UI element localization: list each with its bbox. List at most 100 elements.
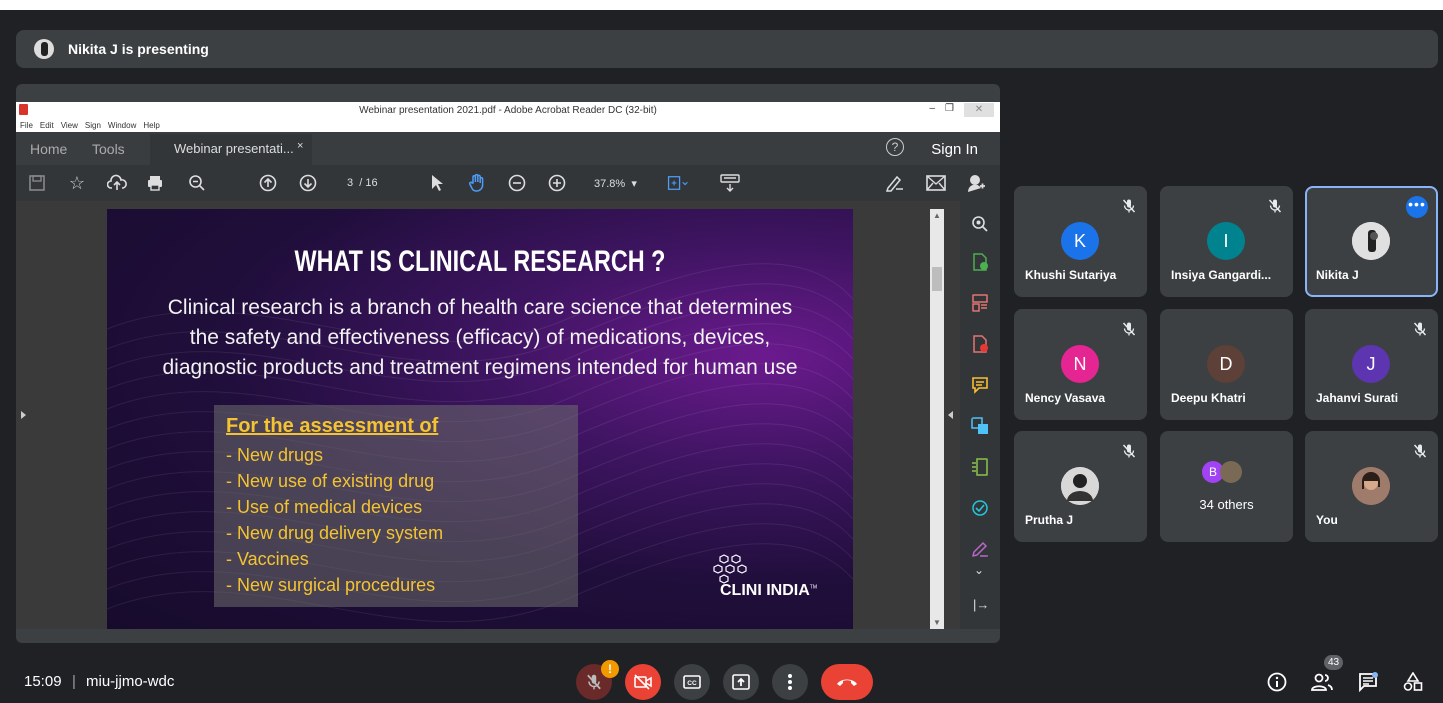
chat-button[interactable]	[1356, 670, 1380, 694]
meeting-code[interactable]: miu-jjmo-wdc	[86, 673, 174, 690]
menu-view[interactable]: View	[61, 121, 78, 130]
vertical-scrollbar[interactable]: ▲ ▼	[930, 209, 944, 629]
profile-photo-icon	[1352, 222, 1390, 260]
avatar: K	[1061, 222, 1099, 260]
slide-paragraph-line: diagnostic products and treatment regime…	[162, 356, 798, 379]
people-count-badge: 43	[1324, 655, 1343, 670]
more-options-button[interactable]	[772, 664, 808, 700]
logo-tm: TM	[809, 584, 818, 591]
hand-tool-icon[interactable]	[466, 172, 488, 194]
profile-photo-icon	[1061, 467, 1099, 505]
separator: |	[72, 673, 76, 690]
zoom-level[interactable]: 37.8% ▾	[594, 177, 637, 190]
acrobat-title-bar: Webinar presentation 2021.pdf - Adobe Ac…	[16, 102, 1000, 119]
expand-left-pane-icon[interactable]	[21, 411, 26, 419]
slide-paragraph: Clinical research is a branch of health …	[107, 293, 853, 383]
close-window-icon[interactable]: ✕	[964, 103, 994, 117]
scroll-up-icon[interactable]: ▲	[933, 211, 941, 220]
others-tile[interactable]: B 34 others	[1160, 431, 1293, 542]
bookmark-star-icon[interactable]: ☆	[66, 172, 88, 194]
print-icon[interactable]	[144, 172, 166, 194]
self-tile[interactable]: You	[1305, 431, 1438, 542]
page-current[interactable]: 3	[347, 177, 353, 189]
window-title: Webinar presentation 2021.pdf - Adobe Ac…	[359, 105, 657, 116]
zoom-in-icon[interactable]	[546, 172, 568, 194]
zoom-out-search-icon[interactable]	[186, 172, 208, 194]
zoom-out-icon[interactable]	[506, 172, 528, 194]
tile-more-options-icon[interactable]: •••	[1406, 196, 1428, 218]
participant-tile[interactable]: J Jahanvi Surati	[1305, 309, 1438, 420]
zoom-value: 37.8%	[594, 178, 626, 190]
presenting-text: Nikita J is presenting	[68, 41, 209, 57]
next-page-icon[interactable]	[297, 172, 319, 194]
participant-tile[interactable]: D Deepu Khatri	[1160, 309, 1293, 420]
select-pointer-icon[interactable]	[426, 172, 448, 194]
fit-page-icon[interactable]	[667, 172, 689, 194]
leave-call-button[interactable]	[821, 664, 873, 700]
document-viewport[interactable]: WHAT IS CLINICAL RESEARCH ? Clinical res…	[16, 201, 960, 629]
meet-control-bar: 15:09 | miu-jjmo-wdc ! CC	[0, 656, 1443, 703]
sign-in-button[interactable]: Sign In	[931, 141, 978, 158]
organize-pages-icon[interactable]	[971, 294, 989, 312]
participant-tile[interactable]: K Khushi Sutariya	[1014, 186, 1147, 297]
page-indicator[interactable]: 3 / 16	[347, 177, 378, 189]
comment-icon[interactable]	[971, 376, 989, 394]
help-icon[interactable]: ?	[886, 138, 904, 156]
previous-page-icon[interactable]	[257, 172, 279, 194]
page-total: / 16	[359, 177, 378, 189]
tab-tools[interactable]: Tools	[92, 141, 125, 157]
clini-india-logo: CLINI INDIATM	[712, 554, 817, 599]
present-now-button[interactable]	[723, 664, 759, 700]
export-pdf-icon[interactable]	[971, 253, 989, 271]
activities-button[interactable]	[1401, 670, 1425, 694]
minimize-icon[interactable]: –	[929, 103, 935, 117]
tab-home[interactable]: Home	[30, 141, 67, 157]
menu-help[interactable]: Help	[143, 121, 159, 130]
combine-files-icon[interactable]	[971, 417, 989, 435]
captions-button[interactable]: CC	[674, 664, 710, 700]
upload-cloud-icon[interactable]	[106, 172, 128, 194]
participant-tile[interactable]: I Insiya Gangardi...	[1160, 186, 1293, 297]
activities-icon	[1403, 672, 1423, 691]
protect-icon[interactable]	[971, 499, 989, 517]
email-icon[interactable]	[925, 172, 947, 194]
share-user-icon[interactable]	[965, 172, 987, 194]
collapse-right-pane-icon[interactable]	[948, 411, 953, 419]
scroll-down-icon[interactable]: ▼	[933, 618, 941, 627]
collapse-pane-icon[interactable]: |→	[973, 597, 989, 612]
restore-icon[interactable]: ❐	[945, 103, 954, 117]
participant-tile[interactable]: Prutha J	[1014, 431, 1147, 542]
avatar	[1352, 222, 1390, 260]
slide-paragraph-line: the safety and effectiveness (efficacy) …	[189, 326, 771, 349]
participant-name: Nikita J	[1316, 268, 1359, 282]
svg-text:CC: CC	[687, 680, 697, 687]
edit-pdf-icon[interactable]	[971, 458, 989, 476]
meeting-info-button[interactable]	[1265, 670, 1289, 694]
search-zoom-icon[interactable]	[971, 215, 989, 233]
camera-toggle-button[interactable]	[625, 664, 661, 700]
menu-edit[interactable]: Edit	[40, 121, 54, 130]
acrobat-toolbar: ☆ 3 / 16 37.8% ▾	[16, 165, 1000, 201]
scrollbar-thumb[interactable]	[932, 267, 942, 291]
close-tab-icon[interactable]: ×	[297, 140, 303, 152]
keyboard-scroll-icon[interactable]	[719, 172, 741, 194]
participant-tile-pinned[interactable]: ••• Nikita J	[1305, 186, 1438, 297]
menu-sign[interactable]: Sign	[85, 121, 101, 130]
fill-sign-pen-icon[interactable]	[971, 539, 989, 557]
acrobat-right-tool-pane: ⌄ |→	[960, 201, 1000, 629]
chevron-down-icon[interactable]: ⌄	[974, 563, 984, 577]
save-icon[interactable]	[26, 172, 48, 194]
warning-badge[interactable]: !	[601, 660, 619, 678]
chat-icon	[1359, 672, 1378, 692]
menu-window[interactable]: Window	[108, 121, 136, 130]
info-icon	[1267, 672, 1287, 692]
people-button[interactable]	[1310, 670, 1334, 694]
tab-document[interactable]: Webinar presentati... ×	[150, 134, 312, 165]
fill-sign-icon[interactable]	[883, 172, 905, 194]
menu-file[interactable]: File	[20, 121, 33, 130]
presenting-banner: Nikita J is presenting	[16, 30, 1438, 68]
camera-off-icon	[634, 674, 652, 690]
mic-muted-icon	[1268, 199, 1282, 213]
create-pdf-icon[interactable]	[971, 335, 989, 353]
participant-tile[interactable]: N Nency Vasava	[1014, 309, 1147, 420]
